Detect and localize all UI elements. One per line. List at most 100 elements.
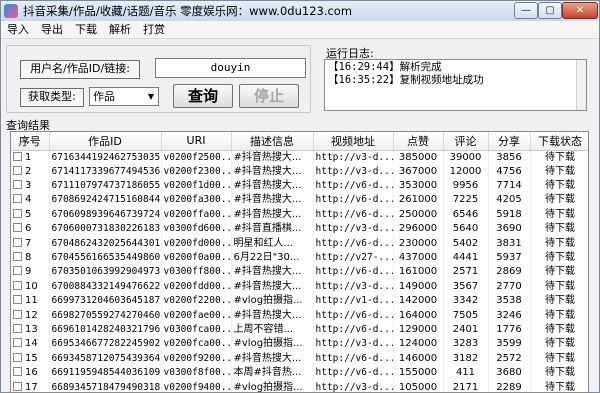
cell-comments: 3342 xyxy=(443,294,489,309)
cell-id: 6695346677282245902 xyxy=(49,337,162,352)
row-index: 7 xyxy=(25,237,32,249)
row-checkbox[interactable] xyxy=(13,280,22,290)
table-row[interactable]: 8 6704556166535449860 v0200f0a00... 6月22日"3… xyxy=(11,250,588,266)
table-row[interactable]: 11 6699731204603645187 v0200f2200... #vlog拍… xyxy=(11,294,588,309)
col-header-index[interactable]: 序号 xyxy=(11,132,50,151)
table-row[interactable]: 9 6703501063992904973 v0300ff800... #抖音热搜大.… xyxy=(11,265,588,280)
cell-status: 待下载 xyxy=(530,380,588,392)
row-checkbox[interactable] xyxy=(13,151,22,161)
row-index: 4 xyxy=(25,194,32,206)
cell-id: 6689345718479490318 xyxy=(49,380,162,392)
cell-index: 4 xyxy=(11,193,50,208)
table-row[interactable]: 3 6711107974737186055 v0200f1d00... #抖音热搜大.… xyxy=(11,178,588,194)
col-header-id[interactable]: 作品ID xyxy=(49,132,162,151)
row-checkbox[interactable] xyxy=(13,309,22,319)
cell-likes: 146000 xyxy=(393,351,444,366)
menu-bar: 导入 导出 下载 解析 打赏 xyxy=(1,21,599,39)
row-checkbox[interactable] xyxy=(13,237,22,247)
cell-shares: 2770 xyxy=(488,279,531,295)
maximize-button[interactable]: ▢ xyxy=(538,2,562,19)
minimize-button[interactable]: — xyxy=(514,2,538,19)
table-row[interactable]: 12 6698270559274270460 v0200fae00... #抖音热搜大… xyxy=(11,308,588,323)
cell-likes: 230000 xyxy=(393,236,444,251)
table-row[interactable]: 10 6700884332149476622 v0200fdd00... #抖音热搜大… xyxy=(11,279,588,295)
col-header-status[interactable]: 下载状态 xyxy=(530,132,588,151)
cell-comments: 9956 xyxy=(443,178,489,194)
table-row[interactable]: 16 6691195948544036109 v0300f8f00... 本周#抖音热… xyxy=(11,365,588,381)
cell-video: http://v3-d... xyxy=(313,150,394,165)
table-row[interactable]: 15 6693458712075439364 v0200f9200... #抖音热搜大… xyxy=(11,351,588,366)
cell-index: 11 xyxy=(11,294,50,309)
cell-index: 10 xyxy=(11,279,50,295)
table-row[interactable]: 14 6695346677282245902 v0200fca00... #vlog拍… xyxy=(11,337,588,352)
search-input[interactable]: douyin xyxy=(155,58,306,78)
cell-status: 待下载 xyxy=(530,236,588,251)
table-row[interactable]: 6 6706000731830226183 v0300fd600... #抖音直播棋.… xyxy=(11,222,588,237)
cell-comments: 5640 xyxy=(443,222,489,237)
cell-index: 7 xyxy=(11,236,50,251)
col-header-shares[interactable]: 分享 xyxy=(488,132,531,151)
type-select[interactable]: 作品 ▼ xyxy=(89,87,159,106)
col-header-uri[interactable]: URI xyxy=(161,132,232,151)
query-button[interactable]: 查询 xyxy=(173,84,233,108)
row-index: 1 xyxy=(25,151,32,163)
col-header-likes[interactable]: 点赞 xyxy=(393,132,444,151)
cell-video: http://v3-d... xyxy=(313,337,394,352)
cell-index: 1 xyxy=(11,150,50,165)
cell-id: 6716344192462753035 xyxy=(49,150,162,165)
row-checkbox[interactable] xyxy=(13,208,22,218)
row-checkbox[interactable] xyxy=(13,266,22,276)
cell-id: 6700884332149476622 xyxy=(49,279,162,295)
menu-export[interactable]: 导出 xyxy=(35,21,69,38)
table-row[interactable]: 2 6714117339677494536 v0200f2300... #抖音热搜大.… xyxy=(11,164,588,179)
row-checkbox[interactable] xyxy=(13,295,22,305)
cell-shares: 4756 xyxy=(488,164,531,179)
table-row[interactable]: 17 6689345718479490318 v0200f9400... #vlog拍… xyxy=(11,380,588,392)
menu-import[interactable]: 导入 xyxy=(1,21,35,38)
row-checkbox[interactable] xyxy=(13,352,22,362)
log-scrollbar[interactable] xyxy=(576,60,586,110)
row-checkbox[interactable] xyxy=(13,180,22,190)
menu-download[interactable]: 下载 xyxy=(69,21,103,38)
cell-likes: 296000 xyxy=(393,222,444,237)
table-row[interactable]: 13 6696101428240321796 v0300fca00... 上周不容错.… xyxy=(11,322,588,338)
col-header-desc[interactable]: 描述信息 xyxy=(231,132,314,151)
cell-uri: v0200fa300... xyxy=(161,193,232,208)
row-checkbox[interactable] xyxy=(13,338,22,348)
row-checkbox[interactable] xyxy=(13,381,22,391)
close-button[interactable]: ✕ xyxy=(562,2,598,19)
log-box[interactable]: 【16:29:44】解析完成 【16:35:22】复制视频地址成功 xyxy=(324,59,587,111)
row-checkbox[interactable] xyxy=(13,194,22,204)
row-index: 16 xyxy=(25,367,38,379)
table-row[interactable]: 7 6704862432025644301 v0200fd000... 明星和红人..… xyxy=(11,236,588,251)
cell-status: 待下载 xyxy=(530,222,588,237)
row-checkbox[interactable] xyxy=(13,165,22,175)
table-row[interactable]: 1 6716344192462753035 v0200f2500... #抖音热搜大.… xyxy=(11,150,588,165)
menu-donate[interactable]: 打赏 xyxy=(137,21,171,38)
cell-likes: 105000 xyxy=(393,380,444,392)
cell-id: 6706098939646739724 xyxy=(49,207,162,223)
cell-uri: v0300fd600... xyxy=(161,222,232,237)
cell-uri: v0200f0a00... xyxy=(161,250,232,266)
cell-id: 6693458712075439364 xyxy=(49,351,162,366)
row-checkbox[interactable] xyxy=(13,367,22,377)
cell-status: 待下载 xyxy=(530,294,588,309)
row-checkbox[interactable] xyxy=(13,323,22,333)
cell-shares: 3831 xyxy=(488,236,531,251)
cell-comments: 5402 xyxy=(443,236,489,251)
cell-id: 6708692424715160844 xyxy=(49,193,162,208)
cell-uri: v0300fca00... xyxy=(161,322,232,338)
row-checkbox[interactable] xyxy=(13,252,22,262)
table-row[interactable]: 5 6706098939646739724 v0200ffa00... #抖音热搜大.… xyxy=(11,207,588,223)
menu-parse[interactable]: 解析 xyxy=(103,21,137,38)
stop-button[interactable]: 停止 xyxy=(239,84,299,108)
row-checkbox[interactable] xyxy=(13,223,22,233)
col-header-comments[interactable]: 评论 xyxy=(443,132,489,151)
chevron-down-icon[interactable]: ▼ xyxy=(144,88,158,105)
cell-desc: #vlog拍摄指... xyxy=(231,294,314,309)
cell-shares: 3690 xyxy=(488,222,531,237)
cell-uri: v0200f9200... xyxy=(161,351,232,366)
col-header-video[interactable]: 视频地址 xyxy=(313,132,394,151)
title-bar[interactable]: 抖音采集/作品/收藏/话题/音乐 零度娱乐网：www.0du123.com — … xyxy=(1,1,599,21)
table-row[interactable]: 4 6708692424715160844 v0200fa300... #抖音热搜大.… xyxy=(11,193,588,208)
